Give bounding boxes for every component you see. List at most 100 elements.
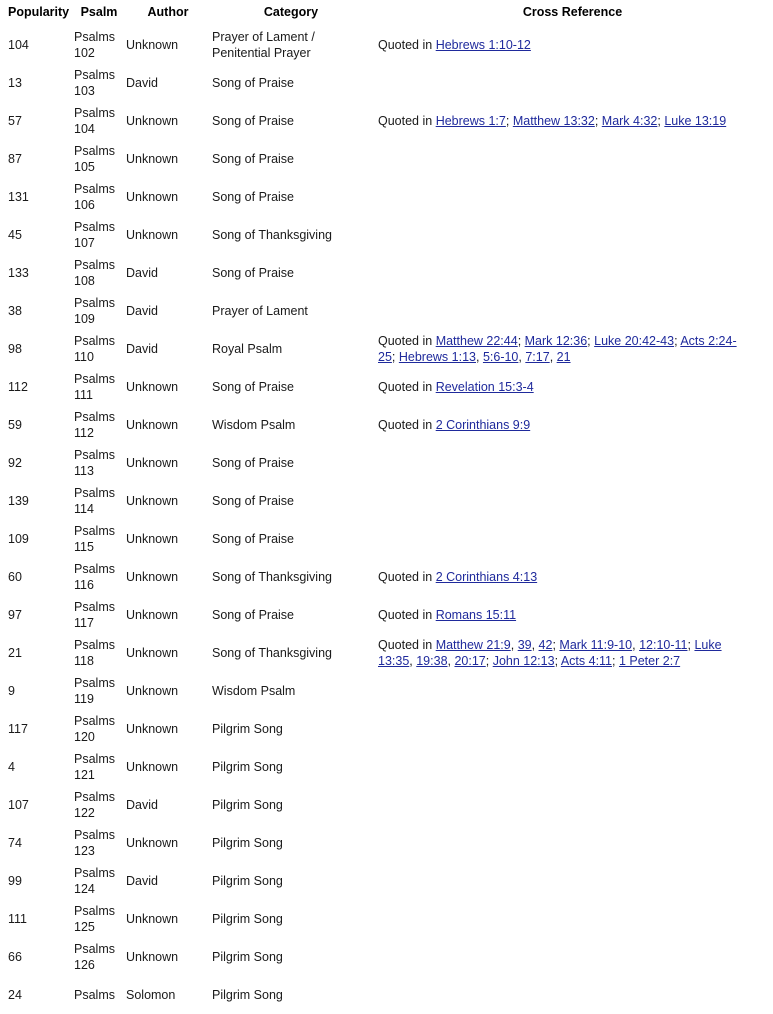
category-cell: Pilgrim Song xyxy=(212,949,283,964)
psalm-book: Psalms xyxy=(74,941,115,956)
scripture-link[interactable]: Mark 12:36 xyxy=(525,334,588,348)
scripture-link[interactable]: 42 xyxy=(539,638,553,652)
psalm-cell: Psalms 104 xyxy=(72,102,126,140)
popularity-cell: 38 xyxy=(8,303,22,318)
psalm-number: 125 xyxy=(74,920,95,934)
category-cell: Song of Praise xyxy=(212,113,294,128)
psalm-book: Psalms xyxy=(74,751,115,766)
table-row: 4 Psalms 121 Unknown Pilgrim Song xyxy=(0,748,773,786)
psalm-book: Psalms xyxy=(74,295,115,310)
scripture-link[interactable]: 5:6-10 xyxy=(483,350,518,364)
scripture-link[interactable]: Romans 15:11 xyxy=(436,608,516,622)
cross-reference-cell xyxy=(372,900,773,938)
cross-reference-cell xyxy=(372,140,773,178)
author-cell: Unknown xyxy=(126,227,179,242)
table-row: 45 Psalms 107 Unknown Song of Thanksgiving xyxy=(0,216,773,254)
table-row: 57 Psalms 104 Unknown Song of Praise Quoted i… xyxy=(0,102,773,140)
cross-reference-cell xyxy=(372,786,773,824)
psalm-book: Psalms xyxy=(74,903,115,918)
scripture-link[interactable]: Mark 4:32 xyxy=(602,114,658,128)
author-cell: David xyxy=(126,873,158,888)
cross-reference-cell xyxy=(372,824,773,862)
scripture-link[interactable]: 1 Peter 2:7 xyxy=(619,654,680,668)
header-category: Category xyxy=(263,5,319,19)
scripture-link[interactable]: Revelation 15:3-4 xyxy=(436,380,534,394)
popularity-cell: 74 xyxy=(8,835,22,850)
psalm-book: Psalms xyxy=(74,987,115,1002)
category-cell: Song of Praise xyxy=(212,455,294,470)
reference-text: ; xyxy=(594,113,602,128)
scripture-link[interactable]: 2 Corinthians 4:13 xyxy=(436,570,537,584)
psalm-book: Psalms xyxy=(74,371,115,386)
table-row: 139 Psalms 114 Unknown Song of Praise xyxy=(0,482,773,520)
scripture-link[interactable]: 19:38 xyxy=(416,654,447,668)
scripture-link[interactable]: 2 Corinthians 9:9 xyxy=(436,418,531,432)
scripture-link[interactable]: Hebrews 1:13 xyxy=(399,350,476,364)
scripture-link[interactable]: Luke 20:42-43 xyxy=(594,334,674,348)
reference-text: Quoted in xyxy=(378,37,436,52)
psalms-table: Popularity Psalm Author Category Cross R… xyxy=(0,4,773,1014)
table-row: 131 Psalms 106 Unknown Song of Praise xyxy=(0,178,773,216)
psalm-book: Psalms xyxy=(74,29,115,44)
table-row: 112 Psalms 111 Unknown Song of Praise Quoted … xyxy=(0,368,773,406)
psalm-number: 108 xyxy=(74,274,95,288)
psalm-book: Psalms xyxy=(74,447,115,462)
scripture-link[interactable]: Luke 13:19 xyxy=(664,114,726,128)
scripture-link[interactable]: John 12:13 xyxy=(493,654,555,668)
scripture-link[interactable]: Mark 11:9-10 xyxy=(559,638,632,652)
cross-reference-cell: Quoted in Hebrews 1:7; Matthew 13:32; Ma… xyxy=(372,102,773,140)
psalm-cell: Psalms 124 xyxy=(72,862,126,900)
scripture-link[interactable]: 7:17 xyxy=(525,350,549,364)
scripture-link[interactable]: Acts 4:11 xyxy=(561,654,612,668)
popularity-cell: 98 xyxy=(8,341,22,356)
psalm-cell: Psalms 106 xyxy=(72,178,126,216)
psalm-cell: Psalms 112 xyxy=(72,406,126,444)
author-cell: David xyxy=(126,75,158,90)
psalm-number: 123 xyxy=(74,844,95,858)
scripture-link[interactable]: 12:10-11 xyxy=(639,638,687,652)
category-cell: Pilgrim Song xyxy=(212,873,283,888)
psalm-book: Psalms xyxy=(74,409,115,424)
scripture-link[interactable]: 39 xyxy=(518,638,532,652)
psalm-cell: Psalms 110 xyxy=(72,330,126,368)
scripture-link[interactable]: Matthew 22:44 xyxy=(436,334,518,348)
psalm-number: 107 xyxy=(74,236,95,250)
scripture-link[interactable]: Matthew 13:32 xyxy=(513,114,595,128)
psalm-book: Psalms xyxy=(74,143,115,158)
cross-reference-cell: Quoted in 2 Corinthians 4:13 xyxy=(372,558,773,596)
table-row: 92 Psalms 113 Unknown Song of Praise xyxy=(0,444,773,482)
scripture-link[interactable]: Hebrews 1:10-12 xyxy=(436,38,531,52)
psalm-number: 120 xyxy=(74,730,95,744)
popularity-cell: 57 xyxy=(8,113,22,128)
scripture-link[interactable]: 20:17 xyxy=(454,654,485,668)
psalm-book: Psalms xyxy=(74,827,115,842)
reference-text: Quoted in xyxy=(378,113,436,128)
scripture-link[interactable]: Hebrews 1:7 xyxy=(436,114,506,128)
category-cell: Wisdom Psalm xyxy=(212,683,296,698)
cross-reference-cell xyxy=(372,482,773,520)
psalm-book: Psalms xyxy=(74,333,115,348)
cross-reference-cell xyxy=(372,672,773,710)
cross-reference-cell xyxy=(372,444,773,482)
header-cross-reference: Cross Reference xyxy=(522,5,623,19)
reference-text: ; xyxy=(391,350,399,364)
author-cell: Unknown xyxy=(126,455,179,470)
scripture-link[interactable]: Matthew 21:9 xyxy=(436,638,511,652)
popularity-cell: 45 xyxy=(8,227,22,242)
psalm-number: 114 xyxy=(74,502,94,516)
popularity-cell: 59 xyxy=(8,417,22,432)
cross-reference-cell xyxy=(372,938,773,976)
popularity-cell: 133 xyxy=(8,265,29,280)
popularity-cell: 66 xyxy=(8,949,22,964)
psalm-book: Psalms xyxy=(74,485,115,500)
psalm-cell: Psalms 123 xyxy=(72,824,126,862)
author-cell: David xyxy=(126,797,158,812)
table-row: 107 Psalms 122 David Pilgrim Song xyxy=(0,786,773,824)
popularity-cell: 131 xyxy=(8,189,29,204)
category-cell: Pilgrim Song xyxy=(212,911,283,926)
author-cell: David xyxy=(126,341,158,356)
scripture-link[interactable]: 21 xyxy=(557,350,571,364)
cross-reference-cell xyxy=(372,64,773,102)
psalm-number: 105 xyxy=(74,160,95,174)
psalm-book: Psalms xyxy=(74,67,115,82)
